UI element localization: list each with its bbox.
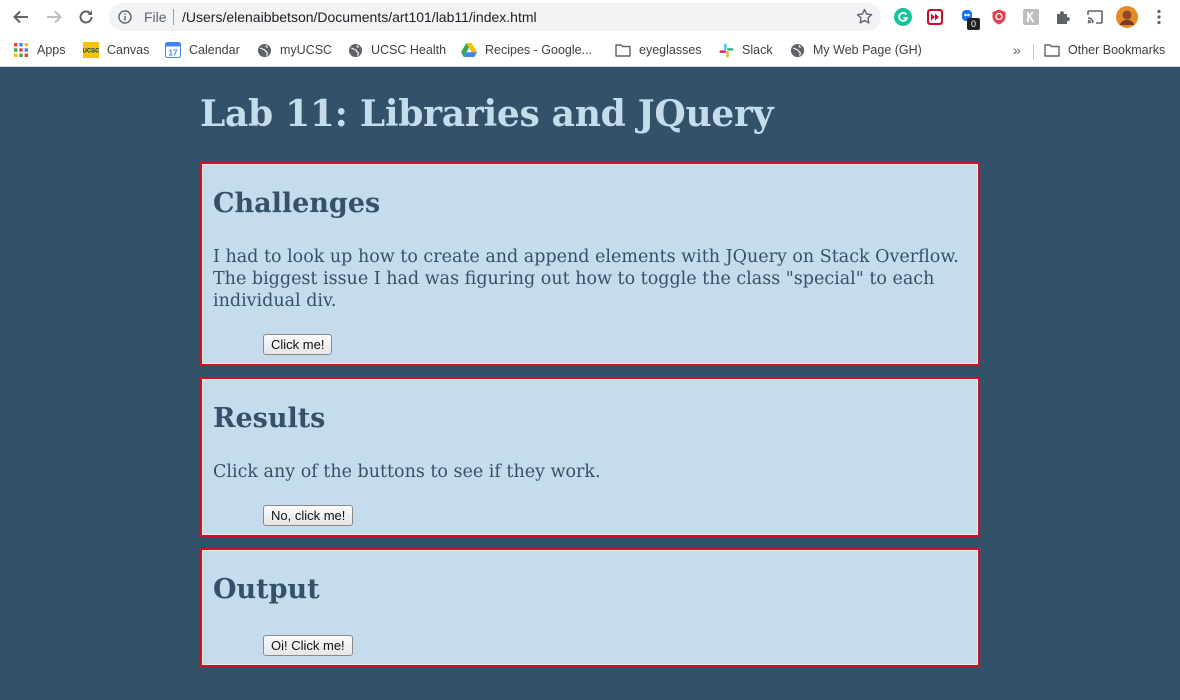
bookmark-canvas[interactable]: UCSC Canvas [83, 40, 149, 60]
svg-text:UCSC: UCSC [83, 49, 99, 55]
k-extension[interactable] [1022, 8, 1040, 26]
no-click-me-button[interactable]: No, click me! [263, 505, 354, 526]
address-separator [173, 9, 174, 25]
address-bar[interactable]: File /Users/elenaibbetson/Documents/art1… [109, 3, 881, 31]
section-heading: Challenges [213, 188, 381, 219]
media-extension[interactable] [926, 8, 944, 26]
bookmark-label: Other Bookmarks [1068, 43, 1166, 57]
reload-button[interactable] [74, 5, 98, 29]
page-title: Lab 11: Libraries and JQuery [200, 93, 774, 135]
puzzle-piece-icon [1057, 11, 1070, 24]
vertical-dots-icon [1157, 9, 1161, 25]
section-heading: Results [213, 403, 326, 434]
extension-badge: 0 [967, 18, 980, 30]
arrow-left-icon [13, 10, 28, 24]
bookmark-label: Recipes - Google... [485, 43, 592, 57]
forward-button[interactable] [42, 5, 66, 29]
reload-icon [79, 10, 93, 24]
url-text[interactable]: /Users/elenaibbetson/Documents/art101/la… [182, 9, 537, 25]
profile-avatar[interactable] [1116, 6, 1138, 28]
bookmark-star-icon[interactable] [856, 8, 873, 25]
globe-icon [789, 42, 805, 58]
oi-click-me-button[interactable]: Oi! Click me! [263, 635, 353, 656]
bookmark-label: Slack [742, 43, 773, 57]
globe-icon [256, 42, 272, 58]
svg-text:17: 17 [169, 49, 178, 58]
bookmarks-divider [1033, 44, 1034, 60]
k-letter-icon [1023, 9, 1039, 25]
bookmark-recipes[interactable]: Recipes - Google... [461, 40, 592, 60]
bookmark-label: UCSC Health [371, 43, 447, 57]
bookmark-ucsc-health[interactable]: UCSC Health [347, 40, 446, 60]
bookmark-eyeglasses[interactable]: eyeglasses [615, 40, 702, 60]
section-output: Output Oi! Click me! [200, 548, 980, 667]
shield-icon [992, 9, 1006, 25]
bookmark-myucsc[interactable]: myUCSC [256, 40, 332, 60]
grammarly-icon [894, 8, 912, 26]
bookmark-other-bookmarks[interactable]: Other Bookmarks [1044, 40, 1165, 60]
ucsc-canvas-icon: UCSC [83, 42, 99, 58]
avatar-icon [1116, 6, 1138, 28]
shield-extension[interactable] [990, 8, 1008, 26]
browser-menu-button[interactable] [1150, 8, 1168, 26]
click-me-button[interactable]: Click me! [263, 334, 333, 355]
section-heading: Output [213, 574, 320, 605]
bookmark-label: My Web Page (GH) [813, 43, 922, 57]
browser-toolbar: File /Users/elenaibbetson/Documents/art1… [0, 0, 1180, 34]
slack-icon [718, 42, 734, 58]
grammarly-extension[interactable] [894, 8, 912, 26]
bookmark-slack[interactable]: Slack [718, 40, 773, 60]
globe-icon [347, 42, 363, 58]
section-text: I had to look up how to create and appen… [213, 247, 959, 311]
bookmark-label: eyeglasses [639, 43, 702, 57]
google-drive-icon [461, 42, 477, 58]
folder-icon [615, 42, 631, 58]
bookmark-apps[interactable]: Apps [13, 40, 66, 60]
section-challenges: Challenges I had to look up how to creat… [200, 162, 980, 366]
fast-forward-icon [927, 9, 943, 25]
arrow-right-icon [47, 10, 62, 24]
bookmark-label: Canvas [107, 43, 150, 57]
cast-button[interactable] [1086, 8, 1104, 26]
url-scheme: File [144, 9, 167, 25]
section-results: Results Click any of the buttons to see … [200, 377, 980, 537]
bookmark-label: myUCSC [280, 43, 333, 57]
back-button[interactable] [9, 5, 33, 29]
folder-icon [1044, 42, 1060, 58]
section-text: Click any of the buttons to see if they … [213, 462, 601, 482]
extensions-menu-button[interactable] [1054, 8, 1072, 26]
bookmark-label: Calendar [189, 43, 240, 57]
more-bookmarks-chevron[interactable]: » [1013, 40, 1021, 60]
apps-grid-icon [13, 42, 29, 58]
bookmark-my-web-page[interactable]: My Web Page (GH) [789, 40, 922, 60]
cast-icon [1087, 10, 1103, 24]
bookmarks-bar: Apps UCSC Canvas 17 Calendar myUCSC UCSC… [0, 34, 1180, 67]
bookmark-label: Apps [37, 43, 66, 57]
calendar-icon: 17 [165, 42, 181, 58]
bookmark-calendar[interactable]: 17 Calendar [165, 40, 240, 60]
info-icon[interactable] [118, 10, 132, 24]
